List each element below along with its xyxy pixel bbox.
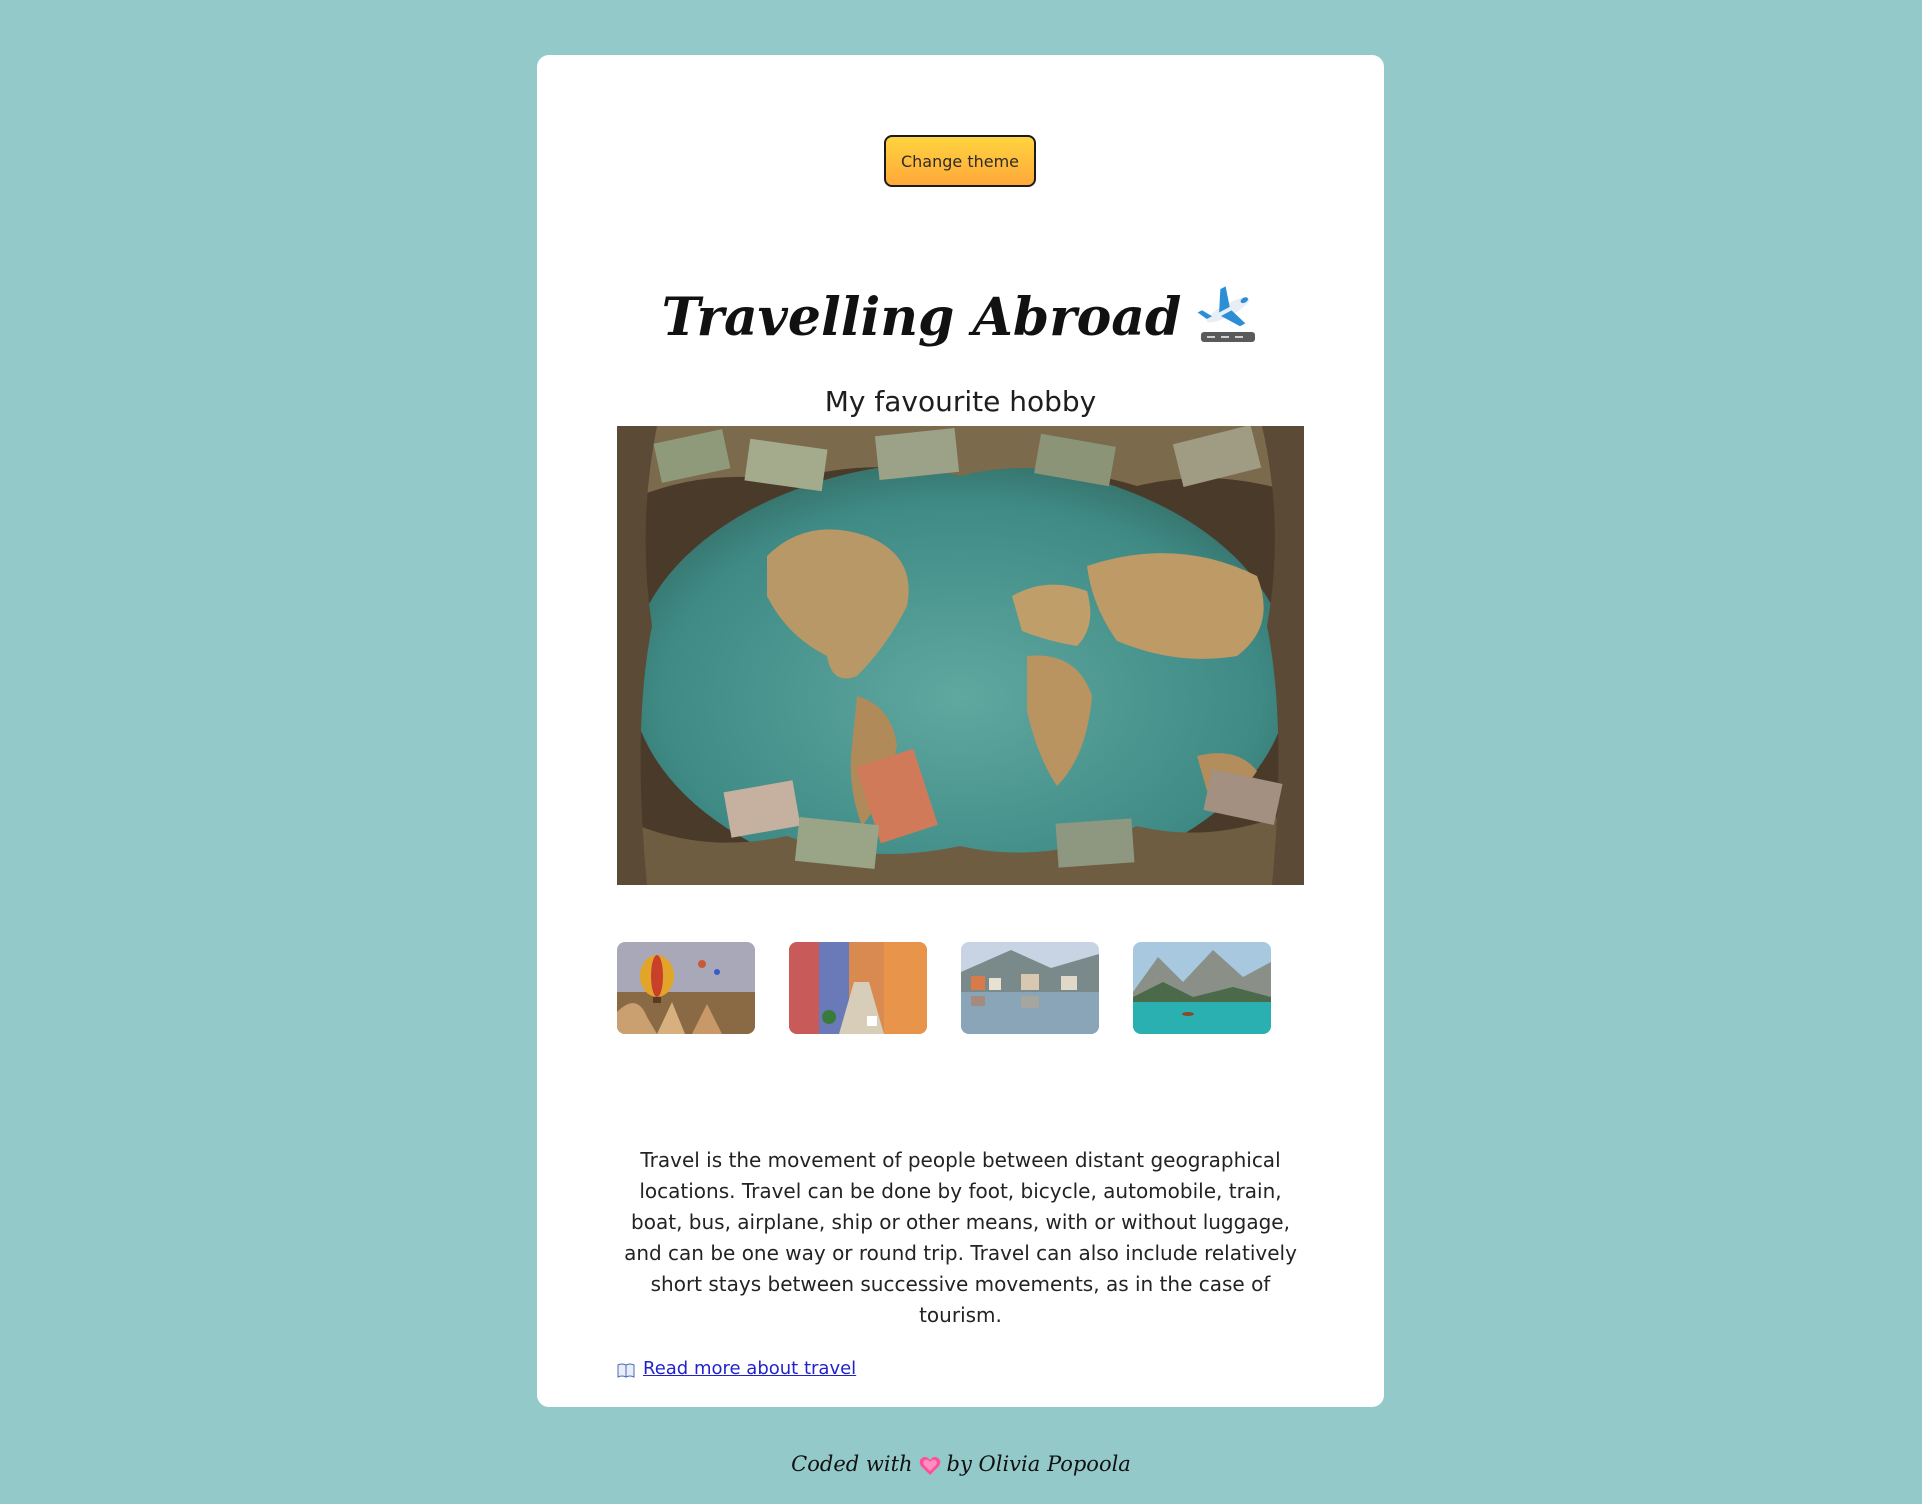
subtitle: My favourite hobby — [824, 385, 1097, 418]
read-more-link[interactable]: Read more about travel — [617, 1358, 856, 1379]
thumbnail-hot-air-balloons[interactable] — [617, 942, 755, 1034]
hero-image-world-map — [617, 426, 1304, 885]
change-theme-button[interactable]: Change theme — [884, 135, 1036, 187]
airplane-departure-icon — [1197, 285, 1259, 346]
footer-prefix: Coded with — [791, 1452, 913, 1476]
footer-suffix: by Olivia Popoola — [946, 1452, 1131, 1476]
thumbnail-mountain-lake[interactable] — [1133, 942, 1271, 1034]
open-book-icon — [617, 1362, 635, 1378]
read-more-label: Read more about travel — [643, 1358, 857, 1379]
footer-credit: Coded with by Olivia Popoola — [0, 1452, 1922, 1476]
page-title: Travelling Abroad — [537, 283, 1384, 353]
thumbnail-gallery — [617, 942, 1304, 1034]
page-title-text: Travelling Abroad — [661, 287, 1182, 348]
thumbnail-colorful-street[interactable] — [789, 942, 927, 1034]
heart-icon — [919, 1456, 941, 1476]
thumbnail-lakeside-town[interactable] — [961, 942, 1099, 1034]
travel-description: Travel is the movement of people between… — [624, 1148, 1297, 1327]
main-card: Change theme Travelling Abroad My favour… — [537, 55, 1384, 1407]
